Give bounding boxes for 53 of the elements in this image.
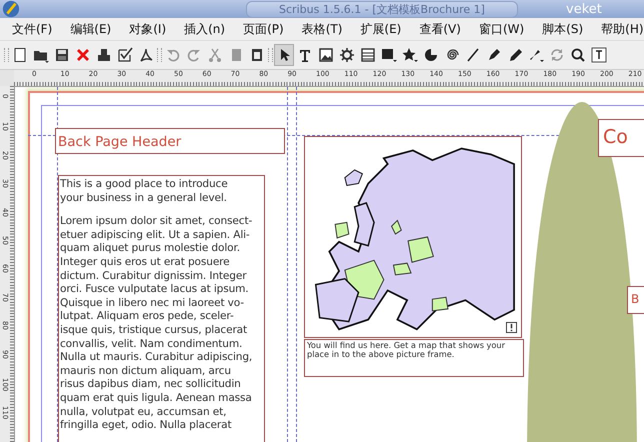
header-text-frame[interactable]: Back Page Header [55,128,285,154]
menu-item[interactable]: 编辑(E) [70,20,112,38]
app-logo-icon [2,0,20,18]
search-icon [570,47,586,63]
print-icon [96,47,112,63]
scissors-icon [207,47,223,63]
right-header-frame[interactable]: Co [598,119,644,157]
menu-item[interactable]: 插入(n) [184,20,226,38]
caption-text: You will find us here. Get a map that shows your place in to the above picture frame. [307,341,506,359]
menu-item[interactable]: 脚本(S) [542,20,584,38]
right-header-text: Co [603,126,628,148]
paste-icon [249,47,265,63]
table-icon [360,47,376,63]
gear-icon [339,47,355,63]
warning-icon [506,322,517,333]
header-text: Back Page Header [58,134,182,150]
right-label-text: B [631,292,640,306]
arc-icon [423,47,439,63]
menu-item[interactable]: 扩展(E) [360,20,402,38]
menu-item[interactable]: 窗口(W) [478,20,524,38]
text-icon [297,47,313,63]
menu-item[interactable]: 页面(P) [243,20,284,38]
menu-item[interactable]: 对象(I) [129,20,166,38]
check-mark-document-icon [117,47,133,63]
text-box-icon [591,47,607,63]
redo-icon [186,47,202,63]
right-label-frame[interactable]: B [627,286,644,314]
image-icon [318,47,334,63]
menu-item[interactable]: 查看(V) [419,20,461,38]
square-icon [381,47,397,63]
select-tool-button[interactable] [274,44,294,66]
user-name: veket [566,2,602,16]
intro-paragraph: This is a good place to introduce your business in a general level. [60,178,229,206]
close-icon [75,47,91,63]
caption-text-frame[interactable]: You will find us here. Get a map that shows your place in to the above picture frame. [304,339,524,377]
refresh-icon [549,47,565,63]
undo-icon [165,47,181,63]
blank-page-icon [12,47,28,63]
pdf-icon [138,47,154,63]
toolbar-grip-icon [4,48,9,62]
pen-nib-icon [486,47,502,63]
toolbar-grip-icon [268,48,273,62]
pencil-icon [507,47,523,63]
menu-item[interactable]: 帮助(H) [601,20,644,38]
menu-item[interactable]: 表格(T) [302,20,342,38]
star-icon [402,47,418,63]
line-icon [465,47,481,63]
body-text-frame[interactable] [58,175,265,442]
window-title: Scribus 1.5.6.1 - [文档模板Brochure 1] [246,0,518,18]
menu-item[interactable]: 文件(F) [12,20,52,38]
brush-icon [528,47,544,63]
toolbar-grip-icon [157,48,162,62]
body-paragraph: Lorem ipsum dolor sit amet, consect- etuer adipiscing elit. Ut a sapien. Ali- quam aliquet purus molestie dolor. Integer quis eros ut erat posuere dictum. Curabitur dignissim. Integer orci. Fusce vulputate lacus at ipsum. Quisque in libero nec mi laoreet vo- lutpat. Aliquam eros pede, sceler- isque quis, tristique cursus, placerat convallis, velit. Nam condimentum. Nulla ut mauris. Curabitur adipiscing, mauris non dictum aliquam, arcu risus dapibus diam, nec sollicitudin quam erat quis ligula. Aenean massa nulla, volutpat eu, accumsan et, fringilla eget, odio. Nulla placerat [60,215,254,433]
